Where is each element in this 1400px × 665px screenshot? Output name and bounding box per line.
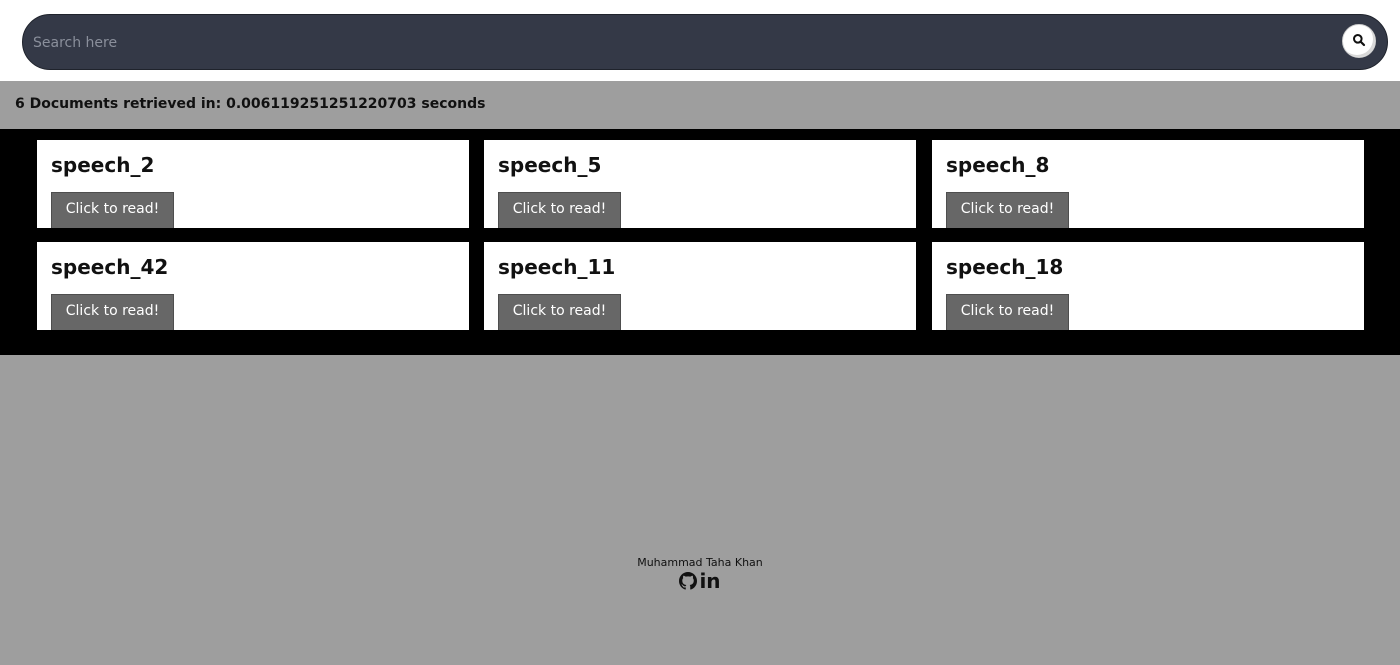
- search-icon: [1352, 32, 1366, 51]
- read-button[interactable]: Click to read!: [51, 192, 174, 228]
- document-card: speech_18 Click to read!: [932, 242, 1364, 330]
- document-title: speech_11: [498, 255, 616, 279]
- github-icon[interactable]: [679, 572, 698, 590]
- search-button[interactable]: [1342, 24, 1376, 58]
- document-card: speech_42 Click to read!: [37, 242, 469, 330]
- document-title: speech_18: [946, 255, 1064, 279]
- linkedin-icon[interactable]: in: [699, 571, 720, 591]
- results-grid: speech_2 Click to read! speech_5 Click t…: [0, 129, 1400, 355]
- document-title: speech_8: [946, 153, 1050, 177]
- document-card: speech_11 Click to read!: [484, 242, 916, 330]
- linkedin-glyph: in: [699, 569, 721, 593]
- footer: Muhammad Taha Khan in: [0, 556, 1400, 591]
- document-card: speech_2 Click to read!: [37, 140, 469, 228]
- read-button[interactable]: Click to read!: [51, 294, 174, 330]
- read-button[interactable]: Click to read!: [946, 294, 1069, 330]
- document-title: speech_5: [498, 153, 602, 177]
- search-input[interactable]: [31, 25, 1335, 61]
- document-title: speech_2: [51, 153, 155, 177]
- author-name: Muhammad Taha Khan: [637, 556, 763, 569]
- read-button[interactable]: Click to read!: [498, 294, 621, 330]
- results-status: 6 Documents retrieved in: 0.006119251251…: [15, 96, 486, 112]
- search-bar: [22, 14, 1388, 70]
- document-card: speech_8 Click to read!: [932, 140, 1364, 228]
- document-title: speech_42: [51, 255, 169, 279]
- read-button[interactable]: Click to read!: [498, 192, 621, 228]
- social-links: in: [0, 571, 1400, 591]
- header: [0, 0, 1400, 81]
- document-card: speech_5 Click to read!: [484, 140, 916, 228]
- read-button[interactable]: Click to read!: [946, 192, 1069, 228]
